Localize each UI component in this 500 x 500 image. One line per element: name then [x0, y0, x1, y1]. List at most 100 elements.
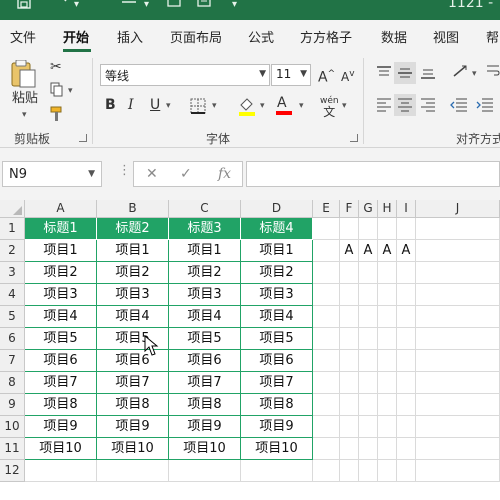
paste-label[interactable]: 粘贴 [12, 90, 38, 108]
cell-g12[interactable] [359, 460, 378, 482]
orientation-icon[interactable] [452, 64, 470, 83]
cell-a5[interactable]: 项目4 [25, 306, 97, 328]
cell-c11[interactable]: 项目10 [169, 438, 241, 460]
column-header-c[interactable]: C [169, 200, 241, 218]
column-header-b[interactable]: B [97, 200, 169, 218]
cell-a6[interactable]: 项目5 [25, 328, 97, 350]
cell-b4[interactable]: 项目3 [97, 284, 169, 306]
tab-formulas[interactable]: 公式 [248, 27, 274, 46]
cell-i7[interactable] [397, 350, 416, 372]
cell-j2[interactable] [416, 240, 500, 262]
column-header-j[interactable]: J [416, 200, 500, 218]
quick-access-icon-5[interactable] [196, 0, 212, 14]
cell-c2[interactable]: 项目1 [169, 240, 241, 262]
cell-i4[interactable] [397, 284, 416, 306]
cell-c10[interactable]: 项目9 [169, 416, 241, 438]
align-left-icon[interactable] [376, 98, 392, 117]
cell-e1[interactable] [313, 218, 340, 240]
row-header-12[interactable]: 12 [0, 460, 25, 482]
column-header-i[interactable]: I [397, 200, 416, 218]
tab-insert[interactable]: 插入 [117, 27, 143, 46]
cell-c7[interactable]: 项目6 [169, 350, 241, 372]
cell-d8[interactable]: 项目7 [241, 372, 313, 394]
cell-g7[interactable] [359, 350, 378, 372]
cell-b5[interactable]: 项目4 [97, 306, 169, 328]
row-header-1[interactable]: 1 [0, 218, 25, 240]
row-header-8[interactable]: 8 [0, 372, 25, 394]
cell-j10[interactable] [416, 416, 500, 438]
cell-b9[interactable]: 项目8 [97, 394, 169, 416]
cell-e11[interactable] [313, 438, 340, 460]
cell-h10[interactable] [378, 416, 397, 438]
cell-e7[interactable] [313, 350, 340, 372]
cell-b11[interactable]: 项目10 [97, 438, 169, 460]
column-header-d[interactable]: D [241, 200, 313, 218]
cell-b1[interactable]: 标题2 [97, 218, 169, 240]
cell-h5[interactable] [378, 306, 397, 328]
cell-i2[interactable]: A [397, 240, 416, 262]
cell-e12[interactable] [313, 460, 340, 482]
cell-j12[interactable] [416, 460, 500, 482]
cell-j9[interactable] [416, 394, 500, 416]
tab-help[interactable]: 帮 [486, 27, 499, 46]
insert-function-icon[interactable]: fx [218, 166, 231, 182]
cell-h8[interactable] [378, 372, 397, 394]
row-header-6[interactable]: 6 [0, 328, 25, 350]
row-header-5[interactable]: 5 [0, 306, 25, 328]
cell-i6[interactable] [397, 328, 416, 350]
wrap-text-icon[interactable] [486, 64, 500, 83]
cell-d11[interactable]: 项目10 [241, 438, 313, 460]
cell-g2[interactable]: A [359, 240, 378, 262]
font-size-select[interactable]: 11 ▼ [271, 64, 311, 86]
save-icon[interactable] [16, 0, 32, 14]
copy-dropdown-icon[interactable]: ▾ [68, 86, 73, 96]
copy-icon[interactable] [50, 82, 64, 103]
cell-b3[interactable]: 项目2 [97, 262, 169, 284]
borders-dropdown-icon[interactable]: ▾ [212, 101, 217, 111]
align-center-icon[interactable] [394, 94, 416, 116]
cell-a7[interactable]: 项目6 [25, 350, 97, 372]
cell-c5[interactable]: 项目4 [169, 306, 241, 328]
cell-j6[interactable] [416, 328, 500, 350]
cell-i3[interactable] [397, 262, 416, 284]
tab-page-layout[interactable]: 页面布局 [170, 27, 222, 46]
cell-d10[interactable]: 项目9 [241, 416, 313, 438]
cell-j7[interactable] [416, 350, 500, 372]
format-painter-icon[interactable] [50, 106, 66, 127]
cell-f12[interactable] [340, 460, 359, 482]
cell-c3[interactable]: 项目2 [169, 262, 241, 284]
tab-fangfang[interactable]: 方方格子 [300, 27, 352, 46]
name-box[interactable]: N9 ▼ [2, 161, 102, 187]
column-header-a[interactable]: A [25, 200, 97, 218]
cell-h6[interactable] [378, 328, 397, 350]
cell-j4[interactable] [416, 284, 500, 306]
quick-access-icon-4[interactable] [166, 0, 182, 14]
increase-indent-icon[interactable] [476, 98, 494, 117]
orientation-dropdown-icon[interactable]: ▾ [472, 69, 477, 79]
cell-g4[interactable] [359, 284, 378, 306]
customize-toolbar-icon[interactable]: ▾ [232, 0, 237, 14]
redo-icon[interactable] [120, 0, 140, 14]
select-all-button[interactable] [0, 200, 25, 218]
align-bottom-icon[interactable] [420, 66, 436, 85]
column-header-h[interactable]: H [378, 200, 397, 218]
tab-file[interactable]: 文件 [10, 27, 36, 46]
cell-e4[interactable] [313, 284, 340, 306]
font-color-button[interactable]: A [276, 94, 292, 115]
paste-dropdown-icon[interactable]: ▾ [22, 110, 27, 120]
cell-g1[interactable] [359, 218, 378, 240]
undo-icon[interactable] [52, 0, 70, 14]
cell-d6[interactable]: 项目5 [241, 328, 313, 350]
cell-j8[interactable] [416, 372, 500, 394]
cell-a2[interactable]: 项目1 [25, 240, 97, 262]
phonetic-guide-button[interactable]: wén 文 [320, 96, 339, 119]
bold-button[interactable]: B [105, 96, 116, 114]
row-header-4[interactable]: 4 [0, 284, 25, 306]
cell-f3[interactable] [340, 262, 359, 284]
cell-h11[interactable] [378, 438, 397, 460]
cell-a4[interactable]: 项目3 [25, 284, 97, 306]
cell-f2[interactable]: A [340, 240, 359, 262]
cell-e9[interactable] [313, 394, 340, 416]
cell-e6[interactable] [313, 328, 340, 350]
cell-d5[interactable]: 项目4 [241, 306, 313, 328]
